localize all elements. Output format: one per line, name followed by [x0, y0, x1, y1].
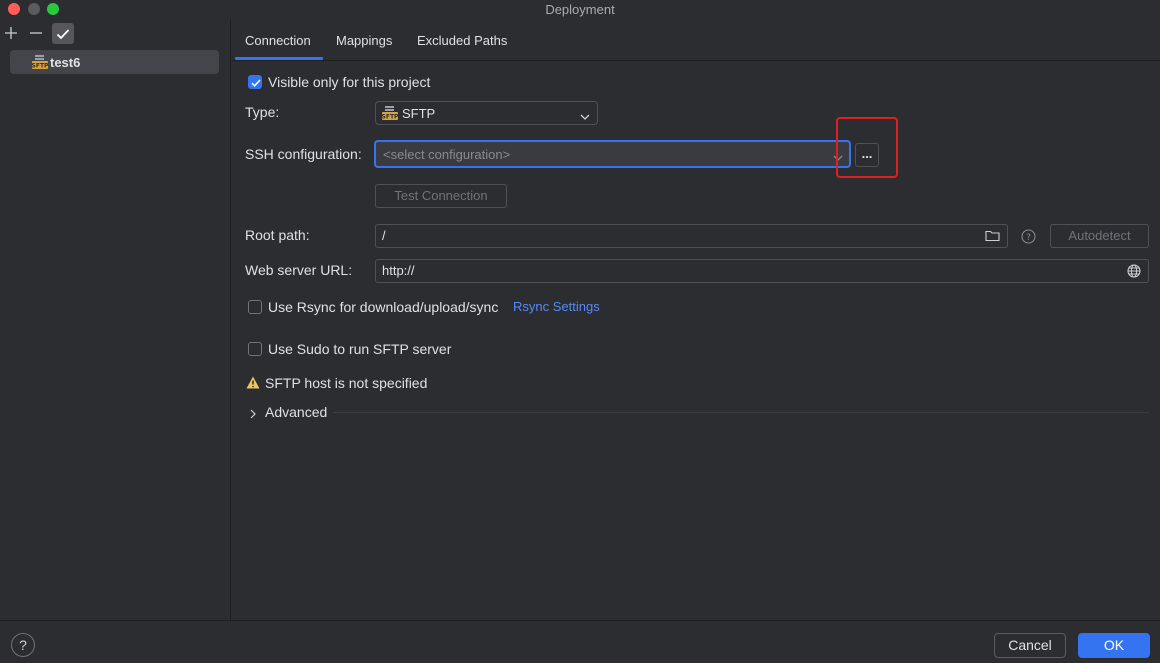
- ok-button[interactable]: OK: [1078, 633, 1150, 658]
- type-select[interactable]: SFTP SFTP: [375, 101, 598, 125]
- server-item-label: test6: [50, 54, 81, 70]
- chevron-down-icon: [580, 109, 590, 124]
- plus-icon[interactable]: [0, 22, 22, 44]
- type-select-value: SFTP: [402, 106, 436, 121]
- rsync-settings-link[interactable]: Rsync Settings: [513, 299, 600, 314]
- highlight-annotation: [836, 117, 898, 178]
- tab-connection[interactable]: Connection: [245, 33, 311, 48]
- web-server-url-value: http://: [382, 263, 415, 278]
- tab-mappings[interactable]: Mappings: [336, 33, 392, 48]
- svg-text:SFTP: SFTP: [32, 63, 48, 70]
- root-path-value: /: [382, 228, 386, 243]
- use-rsync-checkbox[interactable]: [248, 300, 262, 314]
- warning-text: SFTP host is not specified: [265, 375, 428, 391]
- advanced-section-toggle[interactable]: Advanced: [265, 404, 327, 420]
- globe-icon[interactable]: [1127, 264, 1141, 281]
- window-title: Deployment: [545, 2, 615, 17]
- test-connection-button[interactable]: Test Connection: [375, 184, 507, 208]
- sftp-server-icon: SFTP: [32, 55, 49, 70]
- active-tab-indicator: [235, 57, 323, 60]
- warning-icon: [246, 376, 260, 392]
- server-list-toolbar: [0, 22, 231, 44]
- tab-excluded-paths[interactable]: Excluded Paths: [417, 33, 507, 48]
- minus-icon[interactable]: [25, 22, 47, 44]
- server-list-pane: SFTP test6: [0, 20, 231, 620]
- check-icon[interactable]: [52, 23, 74, 44]
- root-path-label: Root path:: [245, 227, 310, 243]
- tab-bar: Connection Mappings Excluded Paths: [232, 20, 1160, 61]
- use-sudo-checkbox[interactable]: [248, 342, 262, 356]
- visible-only-label: Visible only for this project: [268, 74, 431, 90]
- autodetect-button[interactable]: Autodetect: [1050, 224, 1149, 248]
- advanced-divider: [333, 412, 1149, 413]
- help-icon[interactable]: ?: [1021, 229, 1036, 247]
- svg-text:SFTP: SFTP: [382, 114, 398, 121]
- chevron-right-icon[interactable]: [249, 407, 257, 422]
- svg-text:?: ?: [1026, 233, 1031, 243]
- type-label: Type:: [245, 104, 280, 120]
- folder-icon[interactable]: [985, 229, 1000, 245]
- ssh-config-placeholder: <select configuration>: [383, 147, 511, 162]
- ssh-config-label: SSH configuration:: [245, 146, 362, 162]
- ssh-config-select[interactable]: <select configuration>: [374, 140, 851, 168]
- root-path-field[interactable]: /: [375, 224, 1008, 248]
- title-bar: Deployment: [0, 0, 1160, 20]
- server-item-test6[interactable]: SFTP test6: [10, 50, 219, 74]
- dialog-footer: ? Cancel OK: [0, 620, 1160, 663]
- sftp-icon: SFTP: [382, 106, 399, 123]
- use-sudo-label: Use Sudo to run SFTP server: [268, 341, 452, 357]
- use-rsync-label: Use Rsync for download/upload/sync: [268, 299, 499, 315]
- visible-only-checkbox[interactable]: [248, 75, 262, 89]
- web-server-url-label: Web server URL:: [245, 262, 353, 278]
- web-server-url-field[interactable]: http://: [375, 259, 1149, 283]
- cancel-button[interactable]: Cancel: [994, 633, 1066, 658]
- help-button[interactable]: ?: [11, 633, 35, 657]
